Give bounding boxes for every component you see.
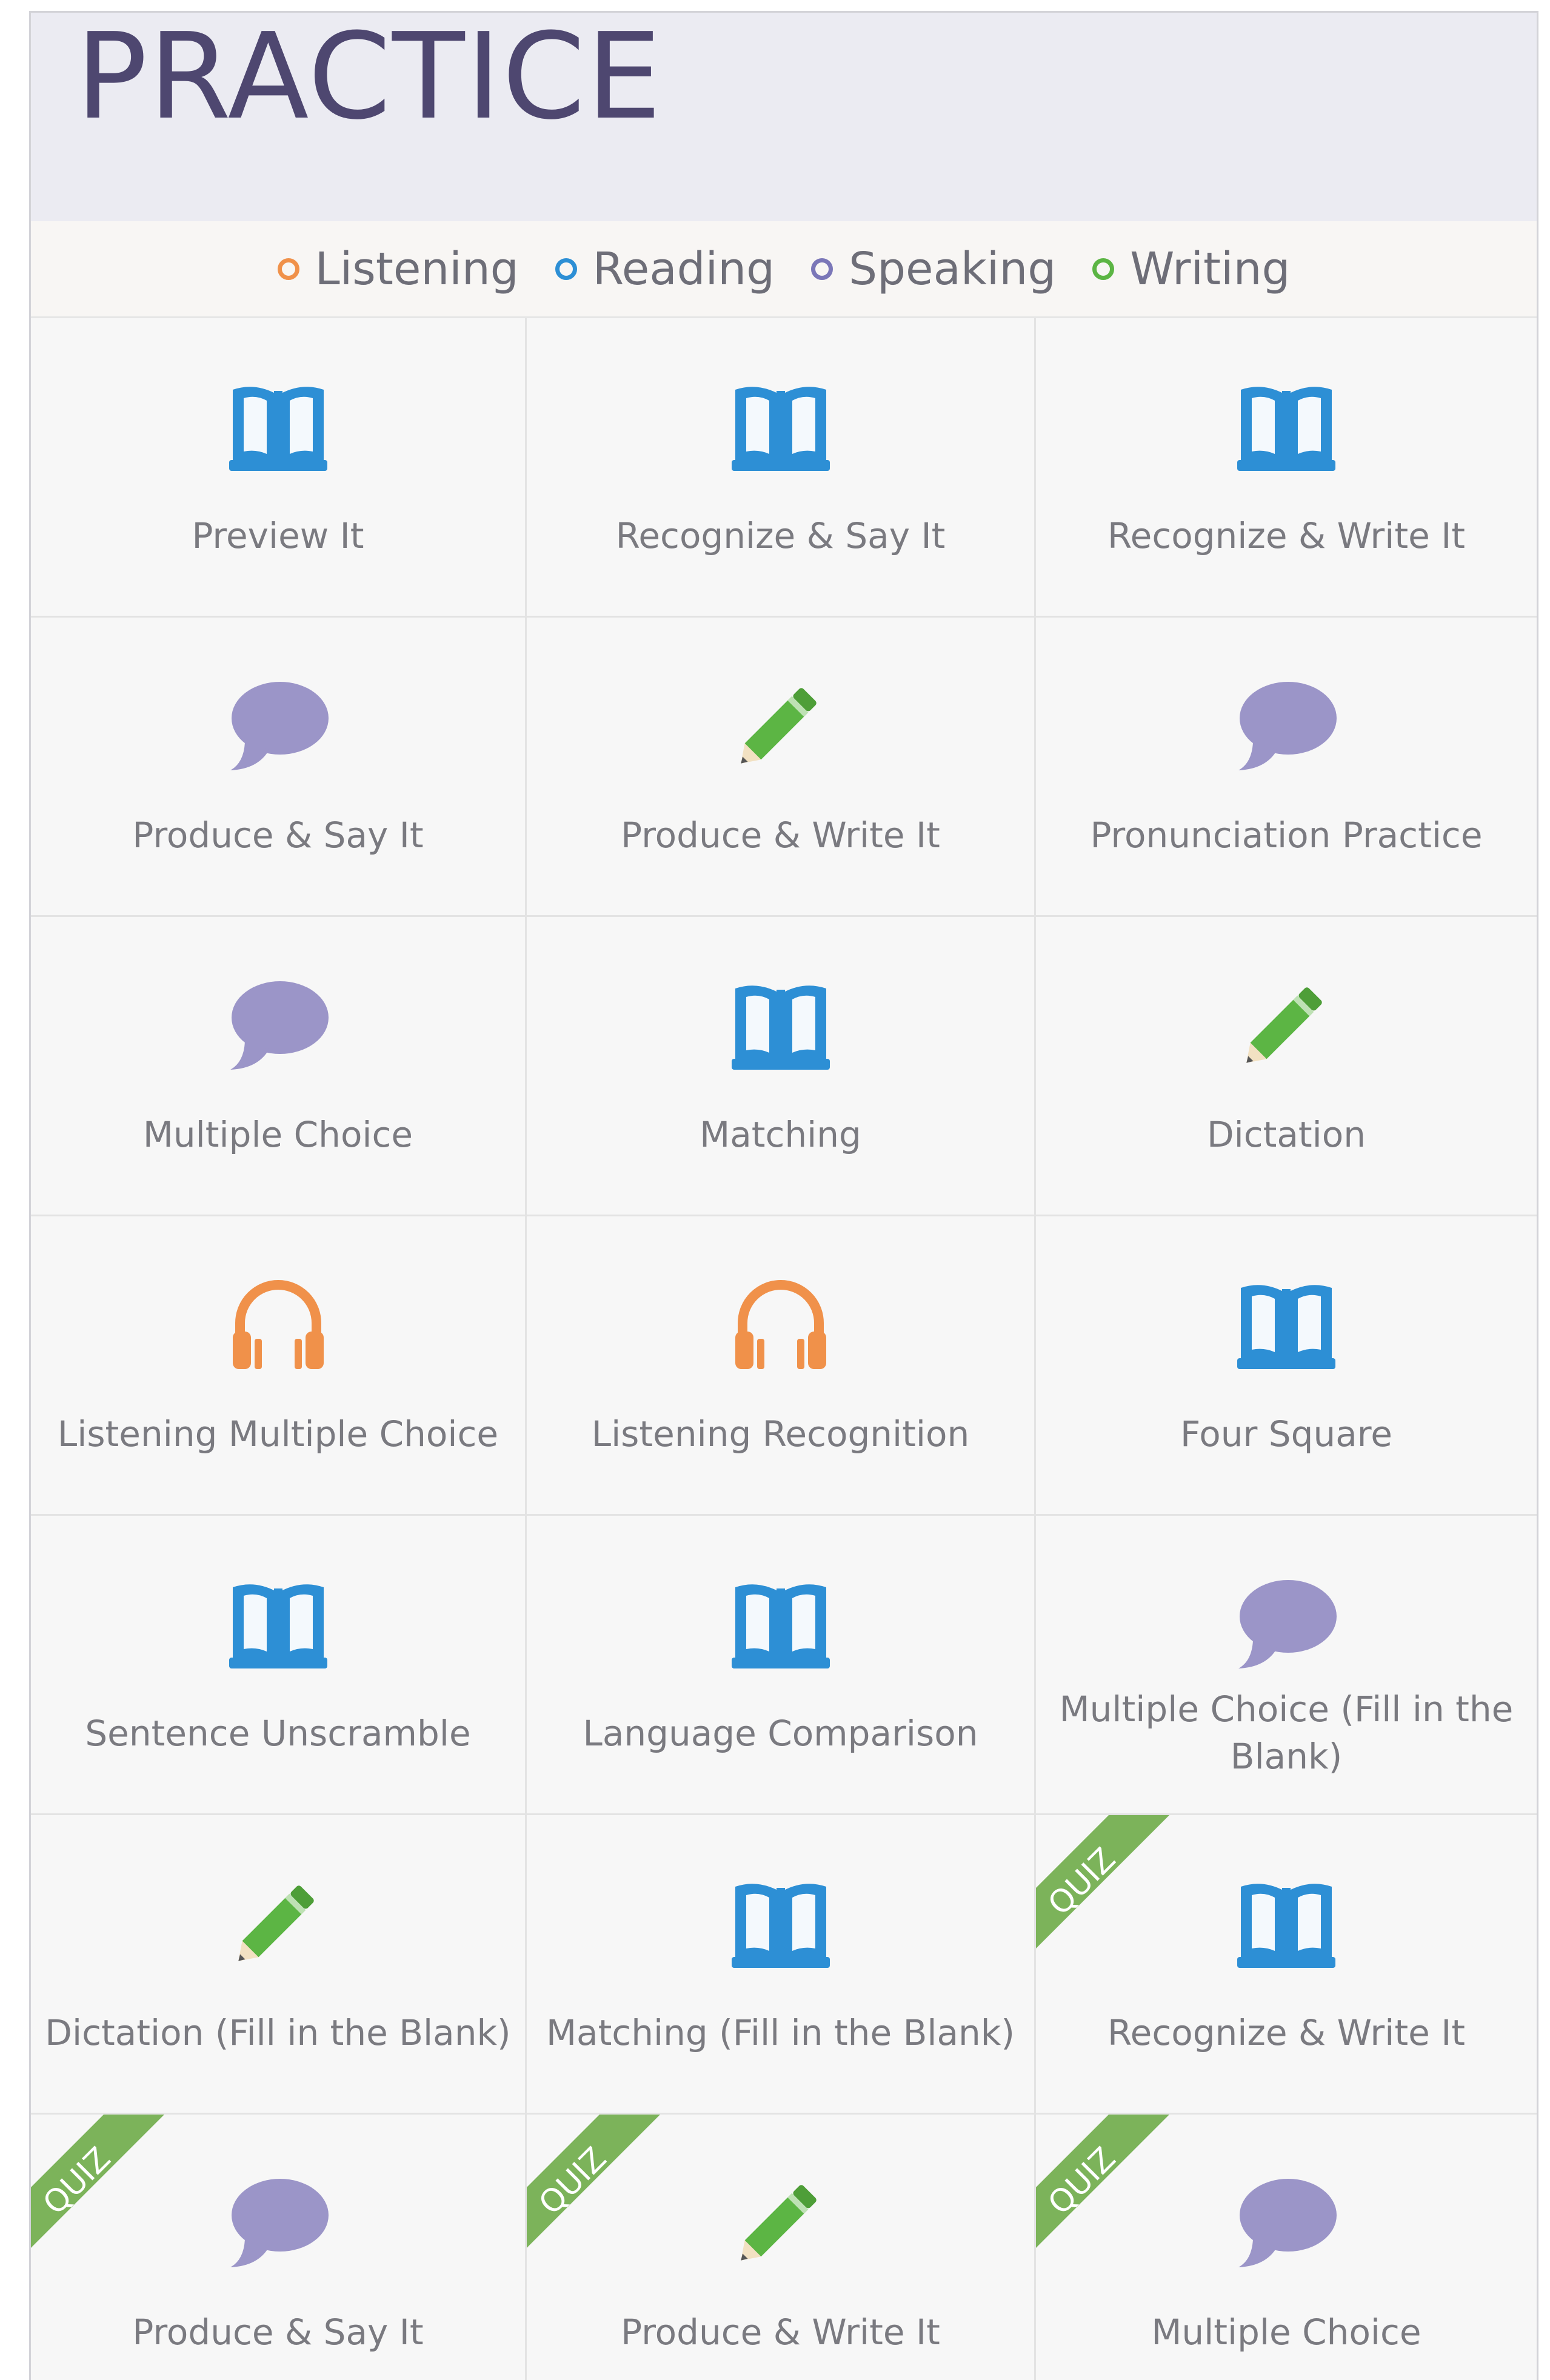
activity-label: Recognize & Say It — [615, 515, 946, 556]
activity-grid: Preview It Recognize & Say It Recognize … — [31, 318, 1537, 2380]
quiz-ribbon: QUIZ — [1036, 2115, 1169, 2248]
activity-tile[interactable]: Matching — [527, 917, 1036, 1216]
speech-bubble-icon — [230, 682, 329, 770]
activity-tile[interactable]: Preview It — [31, 318, 527, 618]
page-title: PRACTICE — [76, 11, 663, 146]
header: PRACTICE — [31, 13, 1537, 221]
activity-label: Dictation (Fill in the Blank) — [45, 2012, 511, 2053]
book-icon — [1237, 1285, 1335, 1369]
activity-tile[interactable]: Recognize & Write It — [1036, 318, 1537, 618]
quiz-ribbon: QUIZ — [31, 2115, 164, 2248]
quiz-ribbon: QUIZ — [1036, 1815, 1169, 1948]
activity-tile[interactable]: Four Square — [1036, 1216, 1537, 1516]
activity-tile[interactable]: Listening Recognition — [527, 1216, 1036, 1516]
activity-label: Language Comparison — [583, 1713, 978, 1754]
activity-label: Multiple Choice — [1151, 2312, 1421, 2353]
speech-bubble-icon — [1238, 2179, 1337, 2267]
activity-tile[interactable]: QUIZ Multiple Choice — [1036, 2115, 1537, 2380]
legend-label: Writing — [1130, 242, 1291, 295]
speech-bubble-icon — [1238, 682, 1337, 770]
activity-label: Preview It — [192, 515, 364, 556]
activity-tile[interactable]: Dictation — [1036, 917, 1537, 1216]
book-icon — [731, 1584, 830, 1668]
book-icon — [731, 387, 830, 471]
activity-label: Matching (Fill in the Blank) — [546, 2012, 1015, 2053]
activity-tile[interactable]: QUIZ Recognize & Write It — [1036, 1815, 1537, 2115]
legend-item-writing[interactable]: Writing — [1092, 243, 1290, 295]
legend-item-speaking[interactable]: Speaking — [811, 243, 1056, 295]
activity-label: Produce & Say It — [132, 2312, 424, 2353]
practice-panel: PRACTICE Listening Reading Speaking Writ… — [29, 11, 1538, 2380]
activity-label: Recognize & Write It — [1107, 515, 1466, 556]
activity-label: Pronunciation Practice — [1090, 815, 1483, 856]
book-icon — [1237, 387, 1335, 471]
circle-icon — [811, 258, 833, 280]
speech-bubble-icon — [230, 981, 329, 1070]
pencil-icon — [740, 688, 817, 764]
activity-label: Listening Recognition — [591, 1413, 970, 1455]
pencil-icon — [740, 2185, 817, 2261]
activity-label: Multiple Choice — [142, 1114, 413, 1155]
activity-tile[interactable]: Multiple Choice — [31, 917, 527, 1216]
legend-label: Reading — [592, 242, 775, 295]
speech-bubble-icon — [1238, 1580, 1337, 1668]
activity-label: Listening Multiple Choice — [57, 1413, 499, 1455]
activity-tile[interactable]: Language Comparison — [527, 1516, 1036, 1815]
legend-item-listening[interactable]: Listening — [277, 242, 519, 295]
activity-label: Multiple Choice (Fill in the Blank) — [1059, 1688, 1514, 1777]
book-icon — [229, 1584, 327, 1668]
headphones-icon — [232, 1280, 324, 1369]
activity-label: Matching — [700, 1114, 861, 1155]
activity-tile[interactable]: Pronunciation Practice — [1036, 618, 1537, 917]
circle-icon — [555, 258, 577, 280]
activity-tile[interactable]: Produce & Say It — [31, 618, 527, 917]
book-icon — [229, 387, 327, 471]
speech-bubble-icon — [230, 2179, 329, 2267]
skill-legend: Listening Reading Speaking Writing — [31, 221, 1537, 318]
circle-icon — [277, 258, 299, 280]
activity-tile[interactable]: Dictation (Fill in the Blank) — [31, 1815, 527, 2115]
quiz-ribbon: QUIZ — [527, 2115, 660, 2248]
headphones-icon — [735, 1280, 826, 1369]
activity-tile[interactable]: QUIZ Produce & Say It — [31, 2115, 527, 2380]
book-icon — [731, 1884, 830, 1968]
activity-label: Recognize & Write It — [1107, 2012, 1466, 2053]
activity-tile[interactable]: Matching (Fill in the Blank) — [527, 1815, 1036, 2115]
legend-item-reading[interactable]: Reading — [555, 243, 775, 295]
book-icon — [731, 985, 830, 1070]
activity-tile[interactable]: Sentence Unscramble — [31, 1516, 527, 1815]
pencil-icon — [1246, 987, 1322, 1063]
pencil-icon — [238, 1885, 314, 1961]
legend-label: Speaking — [849, 242, 1057, 295]
activity-label: Produce & Say It — [132, 815, 424, 856]
book-icon — [1237, 1884, 1335, 1968]
activity-label: Dictation — [1206, 1114, 1366, 1155]
legend-label: Listening — [315, 242, 519, 295]
activity-label: Produce & Write It — [621, 2312, 940, 2353]
activity-label: Produce & Write It — [621, 815, 940, 856]
activity-tile[interactable]: Listening Multiple Choice — [31, 1216, 527, 1516]
activity-tile[interactable]: Multiple Choice (Fill in the Blank) — [1036, 1516, 1537, 1815]
activity-label: Sentence Unscramble — [85, 1713, 471, 1754]
circle-icon — [1092, 258, 1115, 280]
activity-tile[interactable]: Produce & Write It — [527, 618, 1036, 917]
activity-tile[interactable]: Recognize & Say It — [527, 318, 1036, 618]
activity-label: Four Square — [1180, 1413, 1392, 1455]
activity-tile[interactable]: QUIZ Produce & Write It — [527, 2115, 1036, 2380]
